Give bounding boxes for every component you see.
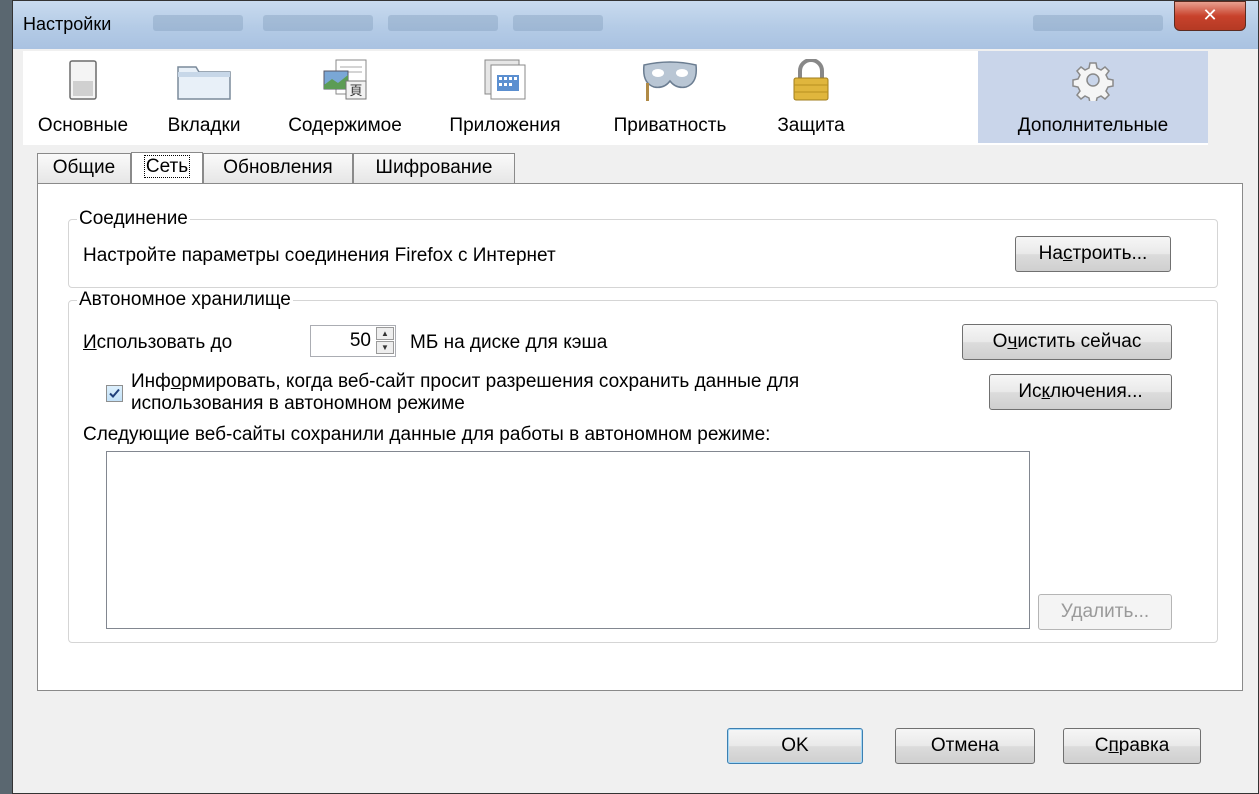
blurred-taskbar-region: [1033, 15, 1163, 31]
blurred-taskbar-region: [153, 15, 243, 31]
blurred-taskbar-region: [388, 15, 498, 31]
cache-limit-label: Использовать до: [83, 332, 233, 353]
close-icon: ✕: [1202, 5, 1218, 26]
tab-general[interactable]: Общие: [37, 153, 131, 183]
mask-icon: [642, 61, 698, 101]
help-button[interactable]: Справка: [1063, 728, 1201, 764]
toolbar-item-label: Содержимое: [288, 115, 402, 136]
toolbar-item-label: Дополнительные: [1017, 115, 1169, 136]
toolbar-item-content[interactable]: 頁 Содержимое: [265, 51, 425, 143]
tab-label: Общие: [52, 157, 116, 178]
title-bar[interactable]: Настройки ✕: [13, 1, 1258, 49]
toolbar-item-label: Защита: [777, 115, 845, 136]
toolbar-item-label: Приложения: [449, 115, 561, 136]
tab-label: Обновления: [223, 157, 333, 178]
preferences-toolbar: Основные Вкладки 頁 Содержимое Приложения…: [23, 51, 1208, 145]
toolbar-item-label: Приватность: [613, 115, 727, 136]
offline-sites-list[interactable]: [106, 451, 1030, 629]
connection-description: Настройте параметры соединения Firefox с…: [83, 245, 556, 266]
preferences-window: Настройки ✕ Основные Вкладки 頁 Содержимо…: [12, 0, 1259, 794]
spin-down-icon[interactable]: ▼: [376, 341, 394, 354]
cache-size-value: 50: [349, 330, 371, 351]
close-button[interactable]: ✕: [1174, 1, 1246, 31]
window-title: Настройки: [23, 14, 112, 34]
checkmark-icon: [109, 388, 120, 398]
spin-up-icon[interactable]: ▲: [376, 327, 394, 340]
toolbar-item-security[interactable]: Защита: [755, 51, 867, 143]
exceptions-button[interactable]: Исключения...: [989, 374, 1172, 410]
network-panel: Соединение Настройте параметры соединени…: [37, 183, 1243, 691]
cancel-button[interactable]: Отмена: [895, 728, 1035, 764]
notify-checkbox[interactable]: [106, 385, 123, 402]
blurred-taskbar-region: [513, 15, 603, 31]
remove-site-button[interactable]: Удалить...: [1038, 594, 1172, 630]
connection-legend: Соединение: [79, 208, 188, 229]
tabs-icon: [177, 66, 231, 100]
tab-encryption[interactable]: Шифрование: [353, 153, 515, 183]
toolbar-item-label: Вкладки: [167, 115, 241, 136]
cache-size-spinbox[interactable]: 50 ▲ ▼: [310, 325, 396, 357]
svg-text:頁: 頁: [349, 84, 362, 99]
tab-label: Сеть: [143, 155, 191, 178]
notify-label: Информировать, когда веб-сайт просит раз…: [131, 371, 800, 392]
toolbar-item-advanced[interactable]: Дополнительные: [978, 51, 1208, 143]
ok-button[interactable]: OK: [727, 728, 863, 764]
cache-unit-label: МБ на диске для кэша: [410, 332, 608, 353]
tab-label: Шифрование: [375, 157, 493, 178]
clear-cache-button[interactable]: Очистить сейчас: [962, 324, 1172, 360]
toolbar-item-applications[interactable]: Приложения: [425, 51, 585, 143]
offline-sites-label: Следующие веб-сайты сохранили данные для…: [83, 424, 771, 445]
offline-storage-legend: Автономное хранилище: [79, 289, 291, 310]
notify-label-line2: использования в автономном режиме: [131, 393, 465, 414]
toolbar-item-label: Основные: [37, 115, 129, 136]
spin-buttons[interactable]: ▲ ▼: [376, 327, 394, 355]
toolbar-item-tabs[interactable]: Вкладки: [143, 51, 265, 143]
content-icon: 頁: [323, 59, 367, 100]
gear-icon: [1072, 62, 1114, 101]
toolbar-item-main[interactable]: Основные: [23, 51, 143, 143]
lock-icon: [793, 59, 829, 101]
switch-icon: [69, 60, 97, 100]
blurred-taskbar-region: [263, 15, 373, 31]
toolbar-item-privacy[interactable]: Приватность: [585, 51, 755, 143]
tab-updates[interactable]: Обновления: [203, 153, 353, 183]
applications-icon: [484, 59, 526, 100]
configure-connection-button[interactable]: Настроить...: [1015, 236, 1171, 272]
tab-network[interactable]: Сеть: [131, 152, 203, 184]
